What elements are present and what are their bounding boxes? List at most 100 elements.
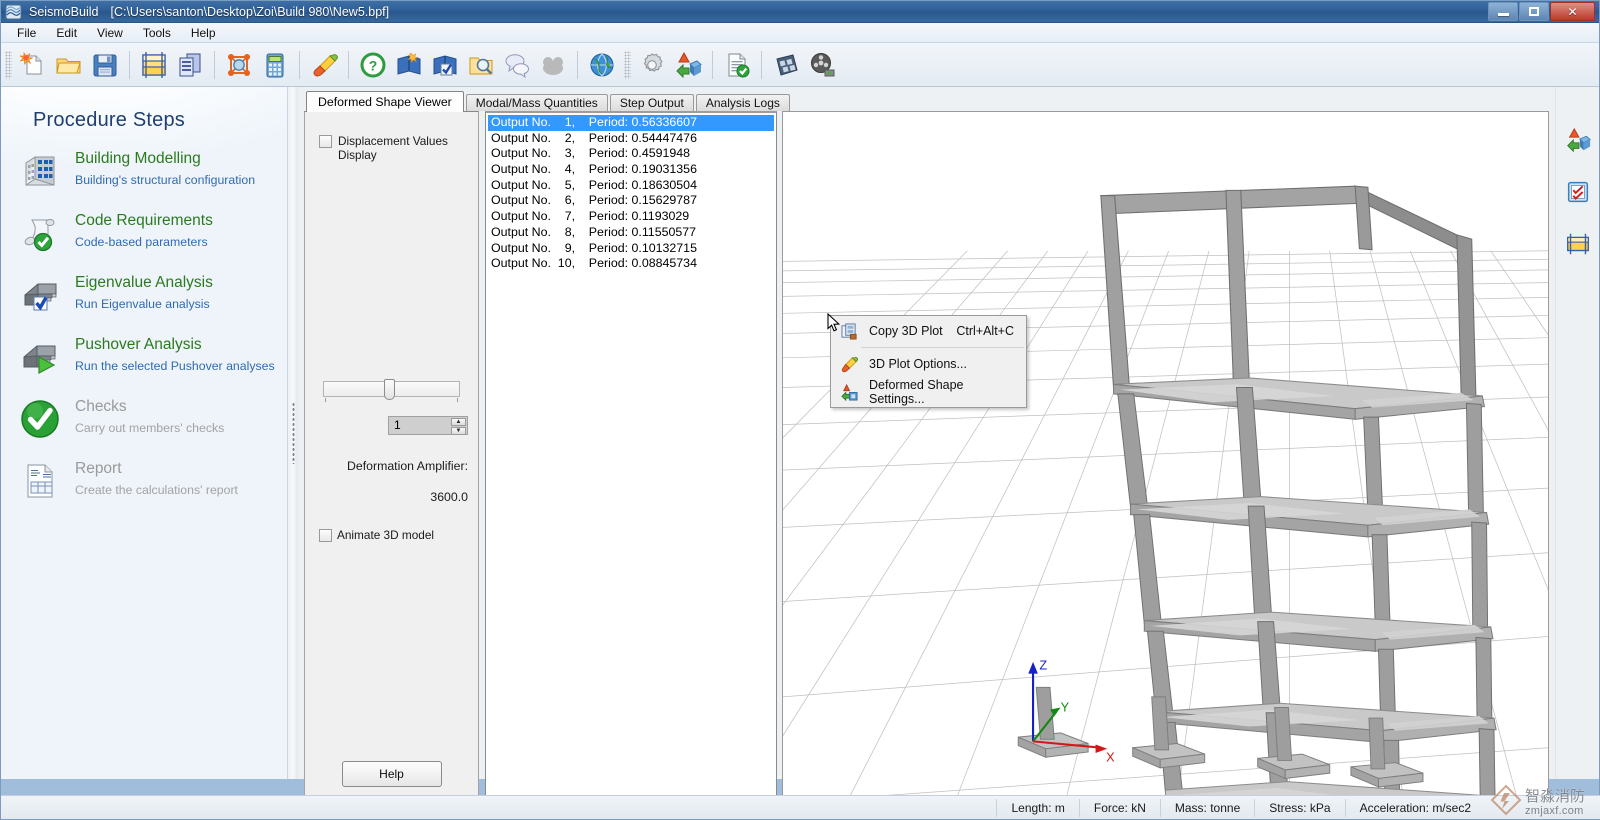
film-reel-play-button[interactable] [804, 47, 840, 83]
list-item[interactable]: Output No. 3, Period: 0.4591948 [488, 146, 774, 162]
minimize-button[interactable] [1488, 2, 1518, 21]
beam-section-side-button[interactable] [1563, 229, 1593, 259]
checks-side-button[interactable] [1563, 177, 1593, 207]
settings-gear-button[interactable] [634, 47, 670, 83]
list-item[interactable]: Output No. 6, Period: 0.15629787 [488, 193, 774, 209]
new-project-button[interactable] [15, 47, 51, 83]
toolbar-separator [299, 50, 300, 79]
list-item[interactable]: Output No. 7, Period: 0.1193029 [488, 209, 774, 225]
displacement-values-display-row[interactable]: Displacement Values Display [305, 134, 478, 162]
menu-file[interactable]: File [7, 24, 46, 42]
sidebar-item-title: Checks [75, 398, 127, 415]
spinner-buttons[interactable]: ▲ ▼ [451, 417, 466, 435]
axis-z-label: Z [1039, 657, 1047, 672]
spinner-up-icon[interactable]: ▲ [451, 417, 466, 426]
disabled-button [535, 47, 571, 83]
menu-tools[interactable]: Tools [133, 24, 181, 42]
sidebar-item-eigenvalue-analysis[interactable]: Eigenvalue Analysis Run Eigenvalue analy… [1, 256, 287, 318]
slider-track[interactable] [323, 378, 460, 400]
tab-step-output[interactable]: Step Output [609, 94, 694, 111]
toolbar-grip-2[interactable] [624, 50, 631, 79]
output-step-slider[interactable] [323, 378, 460, 402]
maximize-button[interactable] [1519, 2, 1549, 21]
status-stress: Stress: kPa [1254, 798, 1344, 817]
3d-plot-options-button-toolbar[interactable] [670, 47, 706, 83]
checked-book-button[interactable] [427, 47, 463, 83]
building-modelling-button[interactable] [136, 47, 172, 83]
sidebar-item-subtitle: Run the selected Pushover analyses [75, 359, 275, 373]
report-check-button[interactable] [719, 47, 755, 83]
output-list[interactable]: Output No. 1, Period: 0.56336607 Output … [485, 111, 777, 804]
mouse-cursor [827, 312, 841, 336]
sidebar-item-pushover-analysis[interactable]: Pushover Analysis Run the selected Pusho… [1, 318, 287, 380]
pushover-play-icon [17, 334, 63, 380]
sidebar-item-title: Report [75, 460, 122, 477]
sidebar-item-code-requirements[interactable]: Code Requirements Code-based parameters [1, 194, 287, 256]
yellow-beam-icon [1566, 233, 1589, 255]
sidebar-item-subtitle: Code-based parameters [75, 235, 208, 249]
code-requirements-button[interactable] [172, 47, 208, 83]
list-item[interactable]: Output No. 2, Period: 0.54447476 [488, 131, 774, 147]
sidebar-item-building-modelling[interactable]: Building Modelling Building's structural… [1, 132, 287, 194]
tab-modal-mass-quantities[interactable]: Modal/Mass Quantities [465, 94, 608, 111]
open-project-button[interactable] [51, 47, 87, 83]
list-item[interactable]: Output No. 5, Period: 0.18630504 [488, 178, 774, 194]
slider-thumb[interactable] [384, 378, 395, 400]
help-button[interactable]: Help [341, 760, 442, 787]
deformation-amplifier-label: Deformation Amplifier: [347, 458, 468, 473]
tab-analysis-logs[interactable]: Analysis Logs [695, 94, 790, 111]
save-project-button[interactable] [87, 47, 123, 83]
output-step-spinner[interactable]: 1 ▲ ▼ [388, 415, 468, 435]
paintbrush-button[interactable] [306, 47, 342, 83]
svg-text:?: ? [369, 57, 378, 73]
sidebar-item-report[interactable]: Report Create the calculations' report [1, 442, 287, 504]
3d-plot-options-side-button[interactable] [1563, 125, 1593, 155]
animate-3d-model-checkbox[interactable] [319, 528, 332, 542]
list-item[interactable]: Output No. 1, Period: 0.56336607 [488, 115, 774, 131]
globe-button[interactable] [584, 47, 620, 83]
context-menu-accelerator: Ctrl+Alt+C [956, 324, 1014, 338]
support-chat-button[interactable] [499, 47, 535, 83]
help-button-toolbar[interactable]: ? [355, 47, 391, 83]
list-item[interactable]: Output No. 4, Period: 0.19031356 [488, 162, 774, 178]
list-item[interactable]: Output No. 8, Period: 0.11550577 [488, 225, 774, 241]
eigenvalue-analysis-button[interactable] [221, 47, 257, 83]
list-item[interactable]: Output No. 9, Period: 0.10132715 [488, 241, 774, 257]
context-menu-item-copy-3d-plot[interactable]: Copy 3D Plot Ctrl+Alt+C [831, 317, 1026, 345]
tab-strip: Deformed Shape Viewer Modal/Mass Quantit… [298, 91, 1555, 112]
app-logo-icon [5, 4, 23, 20]
menu-view[interactable]: View [87, 24, 133, 42]
close-button[interactable]: ✕ [1550, 2, 1595, 21]
sidebar-item-title: Pushover Analysis [75, 336, 202, 353]
sidebar-item-checks[interactable]: Checks Carry out members' checks [1, 380, 287, 442]
sidebar-item-subtitle: Building's structural configuration [75, 173, 256, 187]
menu-help[interactable]: Help [181, 24, 226, 42]
spinner-down-icon[interactable]: ▼ [451, 426, 466, 435]
status-force: Force: kN [1078, 798, 1160, 817]
right-tool-column [1555, 87, 1599, 779]
context-menu-item-deformed-shape-settings[interactable]: Deformed Shape Settings... [831, 378, 1026, 406]
displacement-values-checkbox[interactable] [319, 135, 332, 148]
sidebar-item-subtitle: Carry out members' checks [75, 421, 225, 435]
tab-deformed-shape-viewer[interactable]: Deformed Shape Viewer [306, 91, 464, 112]
toolbar-separator [348, 50, 349, 79]
toolbar-separator [577, 50, 578, 79]
manual-button[interactable] [391, 47, 427, 83]
toolbar-grip[interactable] [5, 50, 12, 79]
calculator-button[interactable] [257, 47, 293, 83]
browse-examples-button[interactable] [463, 47, 499, 83]
deformed-shape-3d-viewport[interactable]: Z Y X [782, 111, 1549, 804]
sidebar-splitter[interactable] [288, 87, 298, 779]
film-strip-button[interactable] [768, 47, 804, 83]
toolbar-separator [214, 50, 215, 79]
context-menu-label: Deformed Shape Settings... [869, 378, 964, 406]
main-toolbar: ? [1, 43, 1599, 87]
green-check-icon [17, 396, 63, 442]
menu-edit[interactable]: Edit [46, 24, 87, 42]
deformed-shape-settings-icon [837, 383, 861, 401]
animate-3d-model-row[interactable]: Animate 3D model [305, 528, 478, 542]
context-menu-item-3d-plot-options[interactable]: 3D Plot Options... [831, 350, 1026, 378]
building-icon [17, 148, 63, 194]
list-item[interactable]: Output No. 10, Period: 0.08845734 [488, 256, 774, 272]
axis-y-label: Y [1061, 700, 1070, 715]
